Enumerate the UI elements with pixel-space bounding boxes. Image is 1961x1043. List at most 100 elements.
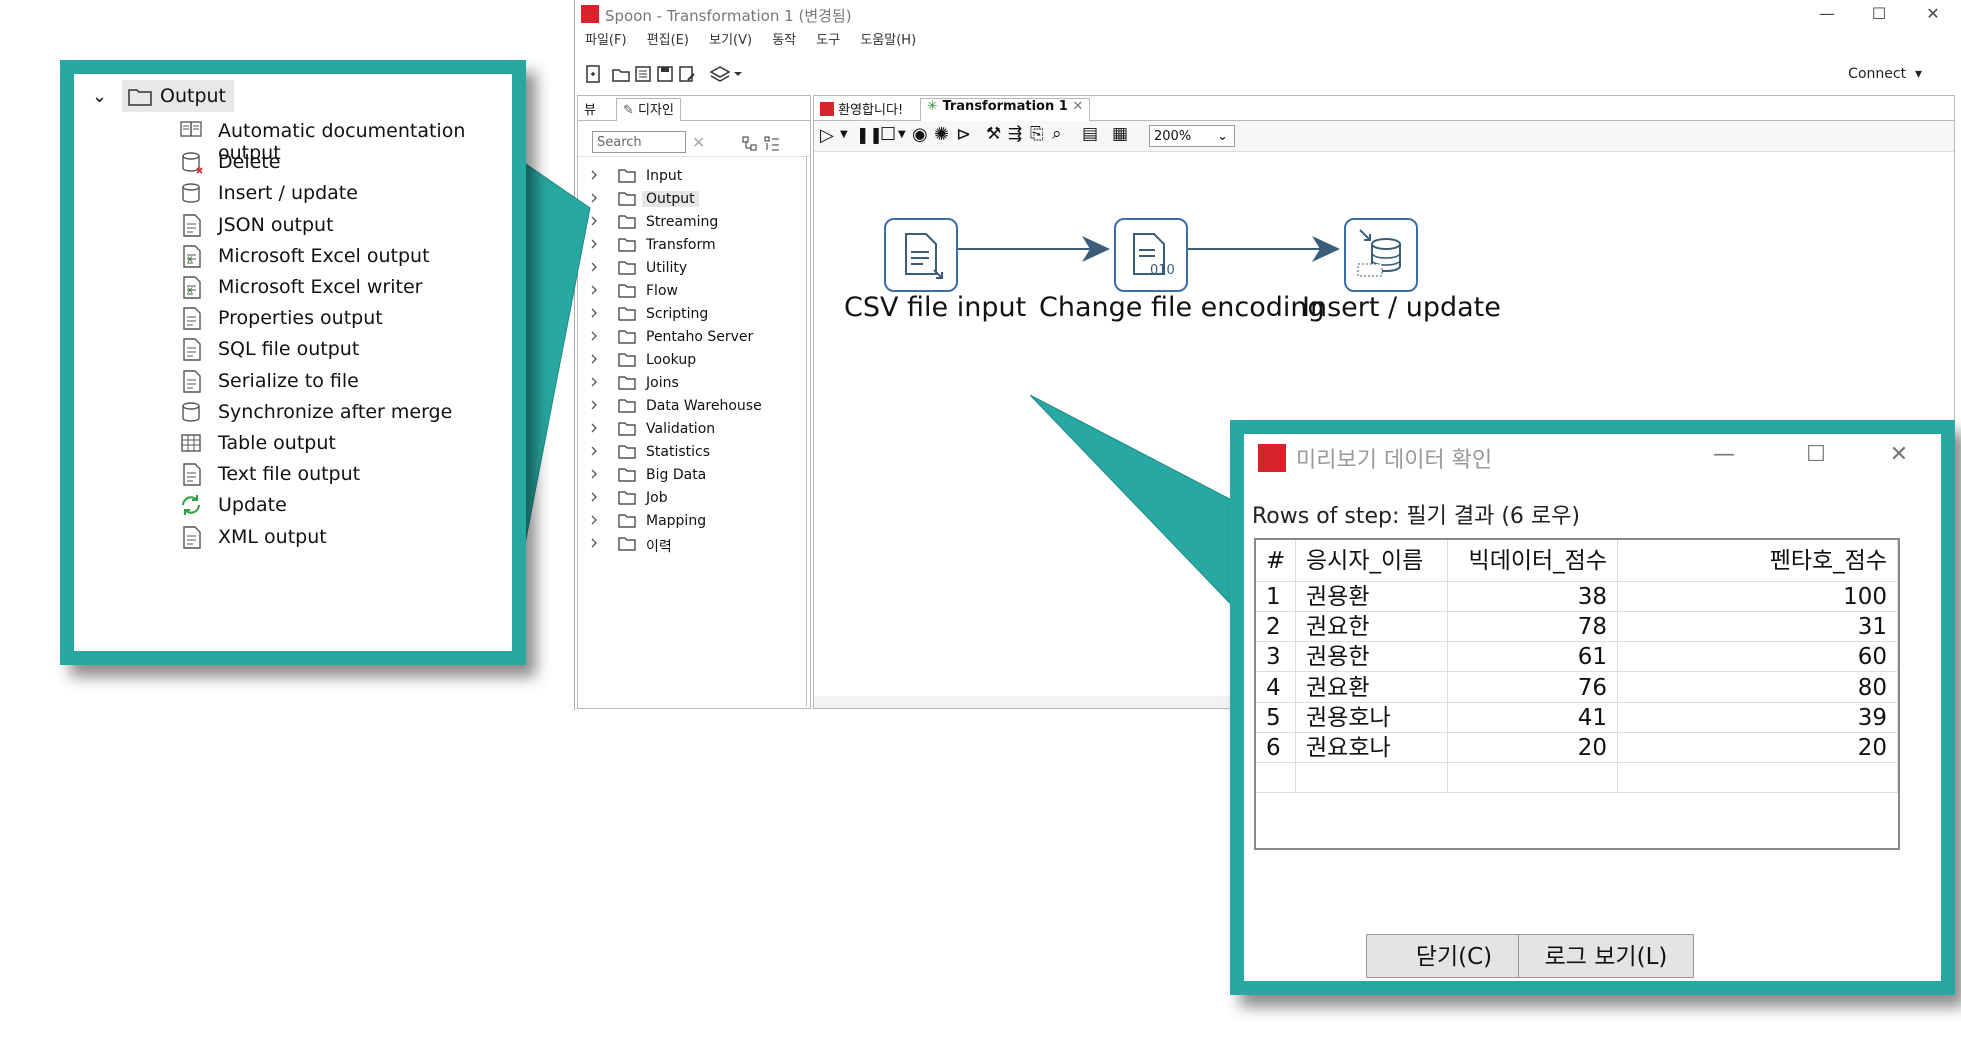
column-header[interactable]: 응시자_이름 (1296, 540, 1448, 582)
tree-category-label: Job (646, 490, 668, 506)
tree-category-label: Joins (646, 375, 679, 391)
connect-button[interactable]: Connect ▾ (1848, 66, 1922, 82)
main-toolbar: Connect ▾ (575, 58, 1961, 90)
tree-category-label: Statistics (646, 444, 710, 460)
clear-search-icon[interactable]: ✕ (692, 133, 705, 152)
design-panel: 뷰 ✎ 디자인 Search ✕ Input Output Streaming Tra… (577, 95, 811, 709)
table-cell: 80 (1618, 672, 1898, 703)
new-file-icon[interactable] (583, 64, 603, 84)
sql-file-output-icon (183, 338, 201, 362)
table-cell: 권요한 (1296, 612, 1448, 643)
column-header[interactable]: 빅데이터_점수 (1448, 540, 1618, 582)
delete-db-icon (182, 152, 203, 174)
save-icon[interactable] (655, 64, 675, 84)
auto-doc-icon (180, 121, 202, 137)
row-number-cell: 3 (1256, 642, 1296, 673)
minimize-button[interactable]: — (1805, 2, 1849, 26)
title-bar: Spoon - Transformation 1 (변경됨) — ☐ ✕ (575, 0, 1961, 30)
empty-cell (1618, 763, 1898, 794)
folder-icon (618, 261, 636, 275)
open-folder-icon[interactable] (611, 64, 631, 84)
output-step-label: Microsoft Excel writer (218, 276, 423, 298)
row-number-cell: 6 (1256, 733, 1296, 763)
dialog-close-button[interactable]: ✕ (1879, 442, 1919, 467)
show-log-button[interactable]: 로그 보기(L) (1518, 934, 1694, 978)
svg-text:x: x (187, 285, 193, 296)
design-tab-label: 디자인 (638, 103, 674, 118)
window-title: Spoon - Transformation 1 (변경됨) (605, 7, 852, 25)
step-insert-update[interactable] (1344, 218, 1418, 292)
folder-icon (618, 215, 636, 229)
step-csv-file-input[interactable] (884, 218, 958, 292)
panel-tabs: 뷰 ✎ 디자인 (578, 96, 810, 121)
tree-category-label: Validation (646, 421, 716, 437)
table-cell: 권용호나 (1296, 702, 1448, 733)
view-tab-label: 뷰 (584, 103, 596, 118)
table-cell: 61 (1448, 642, 1618, 673)
table-cell: 권용환 (1296, 582, 1448, 612)
folder-icon (618, 284, 636, 298)
steps-search-input[interactable]: Search (592, 131, 686, 153)
maximize-button[interactable]: ☐ (1857, 2, 1901, 26)
table-cell: 100 (1618, 582, 1898, 612)
step-label-csv-file-input: CSV file input (844, 292, 1027, 323)
change-file-encoding-icon: 010 (1133, 233, 1175, 278)
tree-category-label: Utility (646, 260, 688, 276)
dialog-maximize-button[interactable]: ☐ (1796, 442, 1836, 467)
folder-icon (618, 307, 636, 321)
preview-data-grid[interactable]: # 응시자_이름 빅데이터_점수 펜타호_점수 1 권용환 38 100 2 권요한 78 31 3 권용… (1254, 538, 1900, 850)
row-number-cell: 4 (1256, 672, 1296, 703)
menu-file[interactable]: 파일(F) (585, 30, 627, 52)
csv-file-input-icon (905, 233, 943, 279)
output-step-label: Update (218, 494, 287, 517)
table-cell: 20 (1618, 733, 1898, 763)
step-label-insert-update: Insert / update (1302, 292, 1501, 323)
explore-repository-icon[interactable] (633, 64, 653, 84)
step-change-file-encoding[interactable]: 010 (1114, 218, 1188, 292)
menu-view[interactable]: 보기(V) (709, 30, 752, 52)
tree-category-이력[interactable]: 이력 (588, 532, 798, 558)
row-number-cell: 2 (1256, 612, 1296, 643)
output-step-label: JSON output (218, 213, 334, 236)
output-step-label: Serialize to file (218, 369, 359, 392)
output-header[interactable]: Output (122, 80, 234, 112)
tree-category-label: 이력 (646, 539, 672, 555)
output-step-label: Properties output (218, 307, 383, 330)
step-label-change-file-encoding: Change file encoding (1039, 292, 1325, 323)
menu-edit[interactable]: 편집(E) (647, 30, 689, 52)
tree-category-label: Flow (646, 283, 678, 299)
menu-help[interactable]: 도움말(H) (860, 30, 916, 52)
empty-cell (1296, 763, 1448, 794)
column-header[interactable]: # (1256, 540, 1296, 582)
expand-all-icon[interactable] (764, 136, 780, 152)
output-step-label: Insert / update (218, 182, 358, 205)
tab-view[interactable]: 뷰 (584, 99, 596, 118)
table-cell: 60 (1618, 642, 1898, 673)
folder-icon (618, 238, 636, 252)
folder-icon (618, 330, 636, 344)
rows-of-step-label: Rows of step: 필기 결과 (6 로우) (1252, 504, 1580, 529)
menu-action[interactable]: 동작 (772, 30, 796, 52)
tree-category-label: Input (646, 168, 683, 184)
empty-cell (1448, 763, 1618, 794)
dialog-minimize-button[interactable]: — (1704, 442, 1744, 467)
close-dialog-button[interactable]: 닫기(C) (1366, 934, 1542, 978)
output-category-list: ⌄ Output Automatic documentation output D… (74, 74, 512, 651)
tab-design[interactable]: ✎ 디자인 (616, 98, 681, 121)
serialize-file-icon (183, 369, 201, 393)
collapse-all-icon[interactable] (742, 136, 758, 152)
save-as-icon[interactable] (677, 64, 697, 84)
text-file-output-icon (183, 463, 201, 486)
svg-text:x: x (187, 254, 193, 265)
menu-tools[interactable]: 도구 (816, 30, 840, 52)
layers-dropdown-icon[interactable] (709, 64, 743, 84)
folder-icon (618, 491, 636, 505)
table-cell: 39 (1618, 702, 1898, 733)
output-step-label: Table output (218, 432, 336, 454)
column-header[interactable]: 펜타호_점수 (1618, 540, 1898, 582)
output-header-label: Output (160, 85, 226, 107)
close-button[interactable]: ✕ (1911, 2, 1955, 26)
output-step-xml-output[interactable]: XML output (74, 518, 512, 557)
output-collapse-chevron-icon[interactable]: ⌄ (92, 86, 107, 107)
dialog-app-icon (1258, 444, 1286, 472)
